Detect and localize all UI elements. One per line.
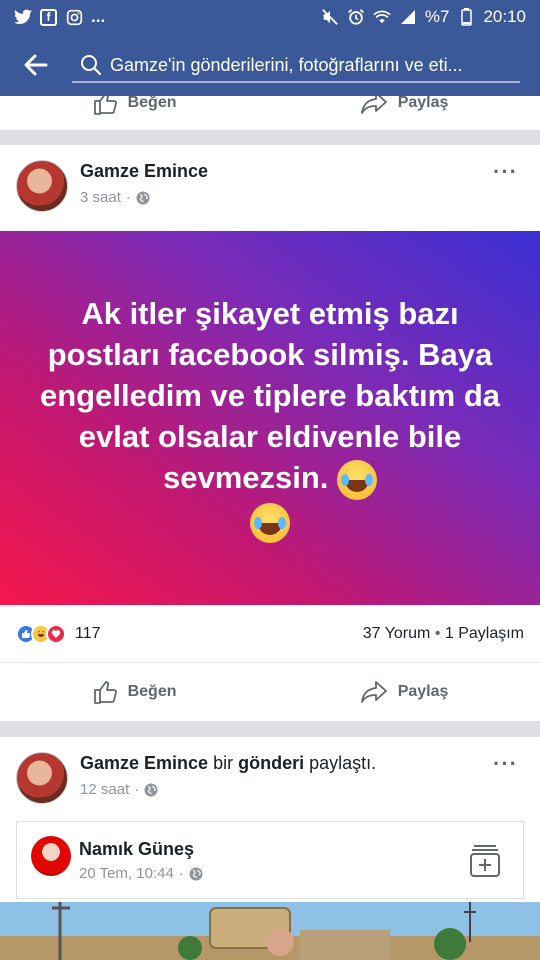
more-options-button[interactable]: ··· xyxy=(493,751,518,777)
avatar[interactable] xyxy=(31,836,71,876)
like-button[interactable]: Beğen xyxy=(92,679,177,705)
battery-icon xyxy=(457,8,475,26)
post-author-line: Gamze Emince bir gönderi paylaştı. xyxy=(80,753,377,773)
share-icon xyxy=(360,96,387,114)
save-icon[interactable] xyxy=(469,842,501,878)
shared-time: 20 Tem, 10:44 · xyxy=(79,865,203,882)
shared-author[interactable]: Namık Güneş xyxy=(79,839,194,860)
signal-icon xyxy=(399,8,417,26)
search-header: Gamze'in gönderilerini, fotoğraflarını v… xyxy=(0,34,540,96)
wifi-icon xyxy=(373,8,391,26)
globe-icon xyxy=(144,783,158,796)
globe-icon xyxy=(136,191,150,204)
like-label: Beğen xyxy=(127,683,177,700)
post-text: Ak itler şikayet etmiş bazı postları fac… xyxy=(40,296,500,496)
post-actions: Beğen Paylaş xyxy=(0,663,540,721)
laugh-emoji-icon xyxy=(250,502,290,543)
post-time: 12 saat · xyxy=(80,781,158,798)
like-button[interactable]: Beğen xyxy=(92,96,177,116)
instagram-icon xyxy=(65,8,83,26)
post-header: Gamze Emince 3 saat · ··· xyxy=(0,145,540,231)
shared-photo[interactable] xyxy=(0,902,540,960)
twitter-icon xyxy=(14,8,32,26)
search-field[interactable]: Gamze'in gönderilerini, fotoğraflarını v… xyxy=(72,45,520,85)
reactions-summary: 117 37 Yorum • 1 Paylaşım xyxy=(0,605,540,663)
post-author[interactable]: Gamze Emince xyxy=(80,161,208,182)
avatar[interactable] xyxy=(16,160,68,212)
laugh-emoji-icon xyxy=(337,460,378,500)
share-label: Paylaş xyxy=(397,683,449,700)
post-time-label: 12 saat xyxy=(80,781,130,798)
avatar[interactable] xyxy=(16,752,68,804)
share-button[interactable]: Paylaş xyxy=(360,680,449,704)
shared-time-label: 20 Tem, 10:44 xyxy=(79,865,174,882)
comment-count[interactable]: 37 Yorum xyxy=(363,625,431,642)
reactions-button[interactable]: 117 xyxy=(16,623,101,644)
share-icon xyxy=(360,681,387,703)
like-icon xyxy=(93,681,117,704)
more-options-button[interactable]: ··· xyxy=(493,159,518,185)
like-icon xyxy=(93,96,117,115)
share-button[interactable]: Paylaş xyxy=(360,96,449,115)
status-more: ... xyxy=(91,7,106,26)
reaction-count: 117 xyxy=(75,624,101,642)
post-content: Ak itler şikayet etmiş bazı postları fac… xyxy=(0,231,540,605)
share-label: Paylaş xyxy=(397,96,449,111)
love-reaction-icon xyxy=(46,623,66,644)
clock: 20:10 xyxy=(483,7,526,26)
post-link[interactable]: gönderi xyxy=(238,753,304,773)
back-arrow-icon xyxy=(24,54,48,76)
comments-shares[interactable]: 37 Yorum • 1 Paylaşım xyxy=(363,625,524,643)
shared-post[interactable]: Namık Güneş 20 Tem, 10:44 · xyxy=(16,821,524,899)
facebook-icon: f xyxy=(40,8,57,26)
search-icon xyxy=(76,50,106,80)
photo-scene xyxy=(0,902,540,960)
like-label: Beğen xyxy=(127,96,177,111)
mute-icon xyxy=(321,8,339,26)
globe-icon xyxy=(189,867,203,880)
post-time: 3 saat · xyxy=(80,189,150,206)
share-count[interactable]: 1 Paylaşım xyxy=(445,625,524,642)
post-time-label: 3 saat xyxy=(80,189,121,206)
post-author[interactable]: Gamze Emince xyxy=(80,753,208,773)
search-input[interactable]: Gamze'in gönderilerini, fotoğraflarını v… xyxy=(110,55,520,76)
alarm-icon xyxy=(347,8,365,26)
back-button[interactable] xyxy=(0,34,72,96)
search-underline xyxy=(72,81,520,83)
status-bar: f ... %7 20:10 xyxy=(0,0,540,34)
battery-level: %7 xyxy=(424,7,450,26)
previous-post-actions: Beğen Paylaş xyxy=(0,96,540,130)
